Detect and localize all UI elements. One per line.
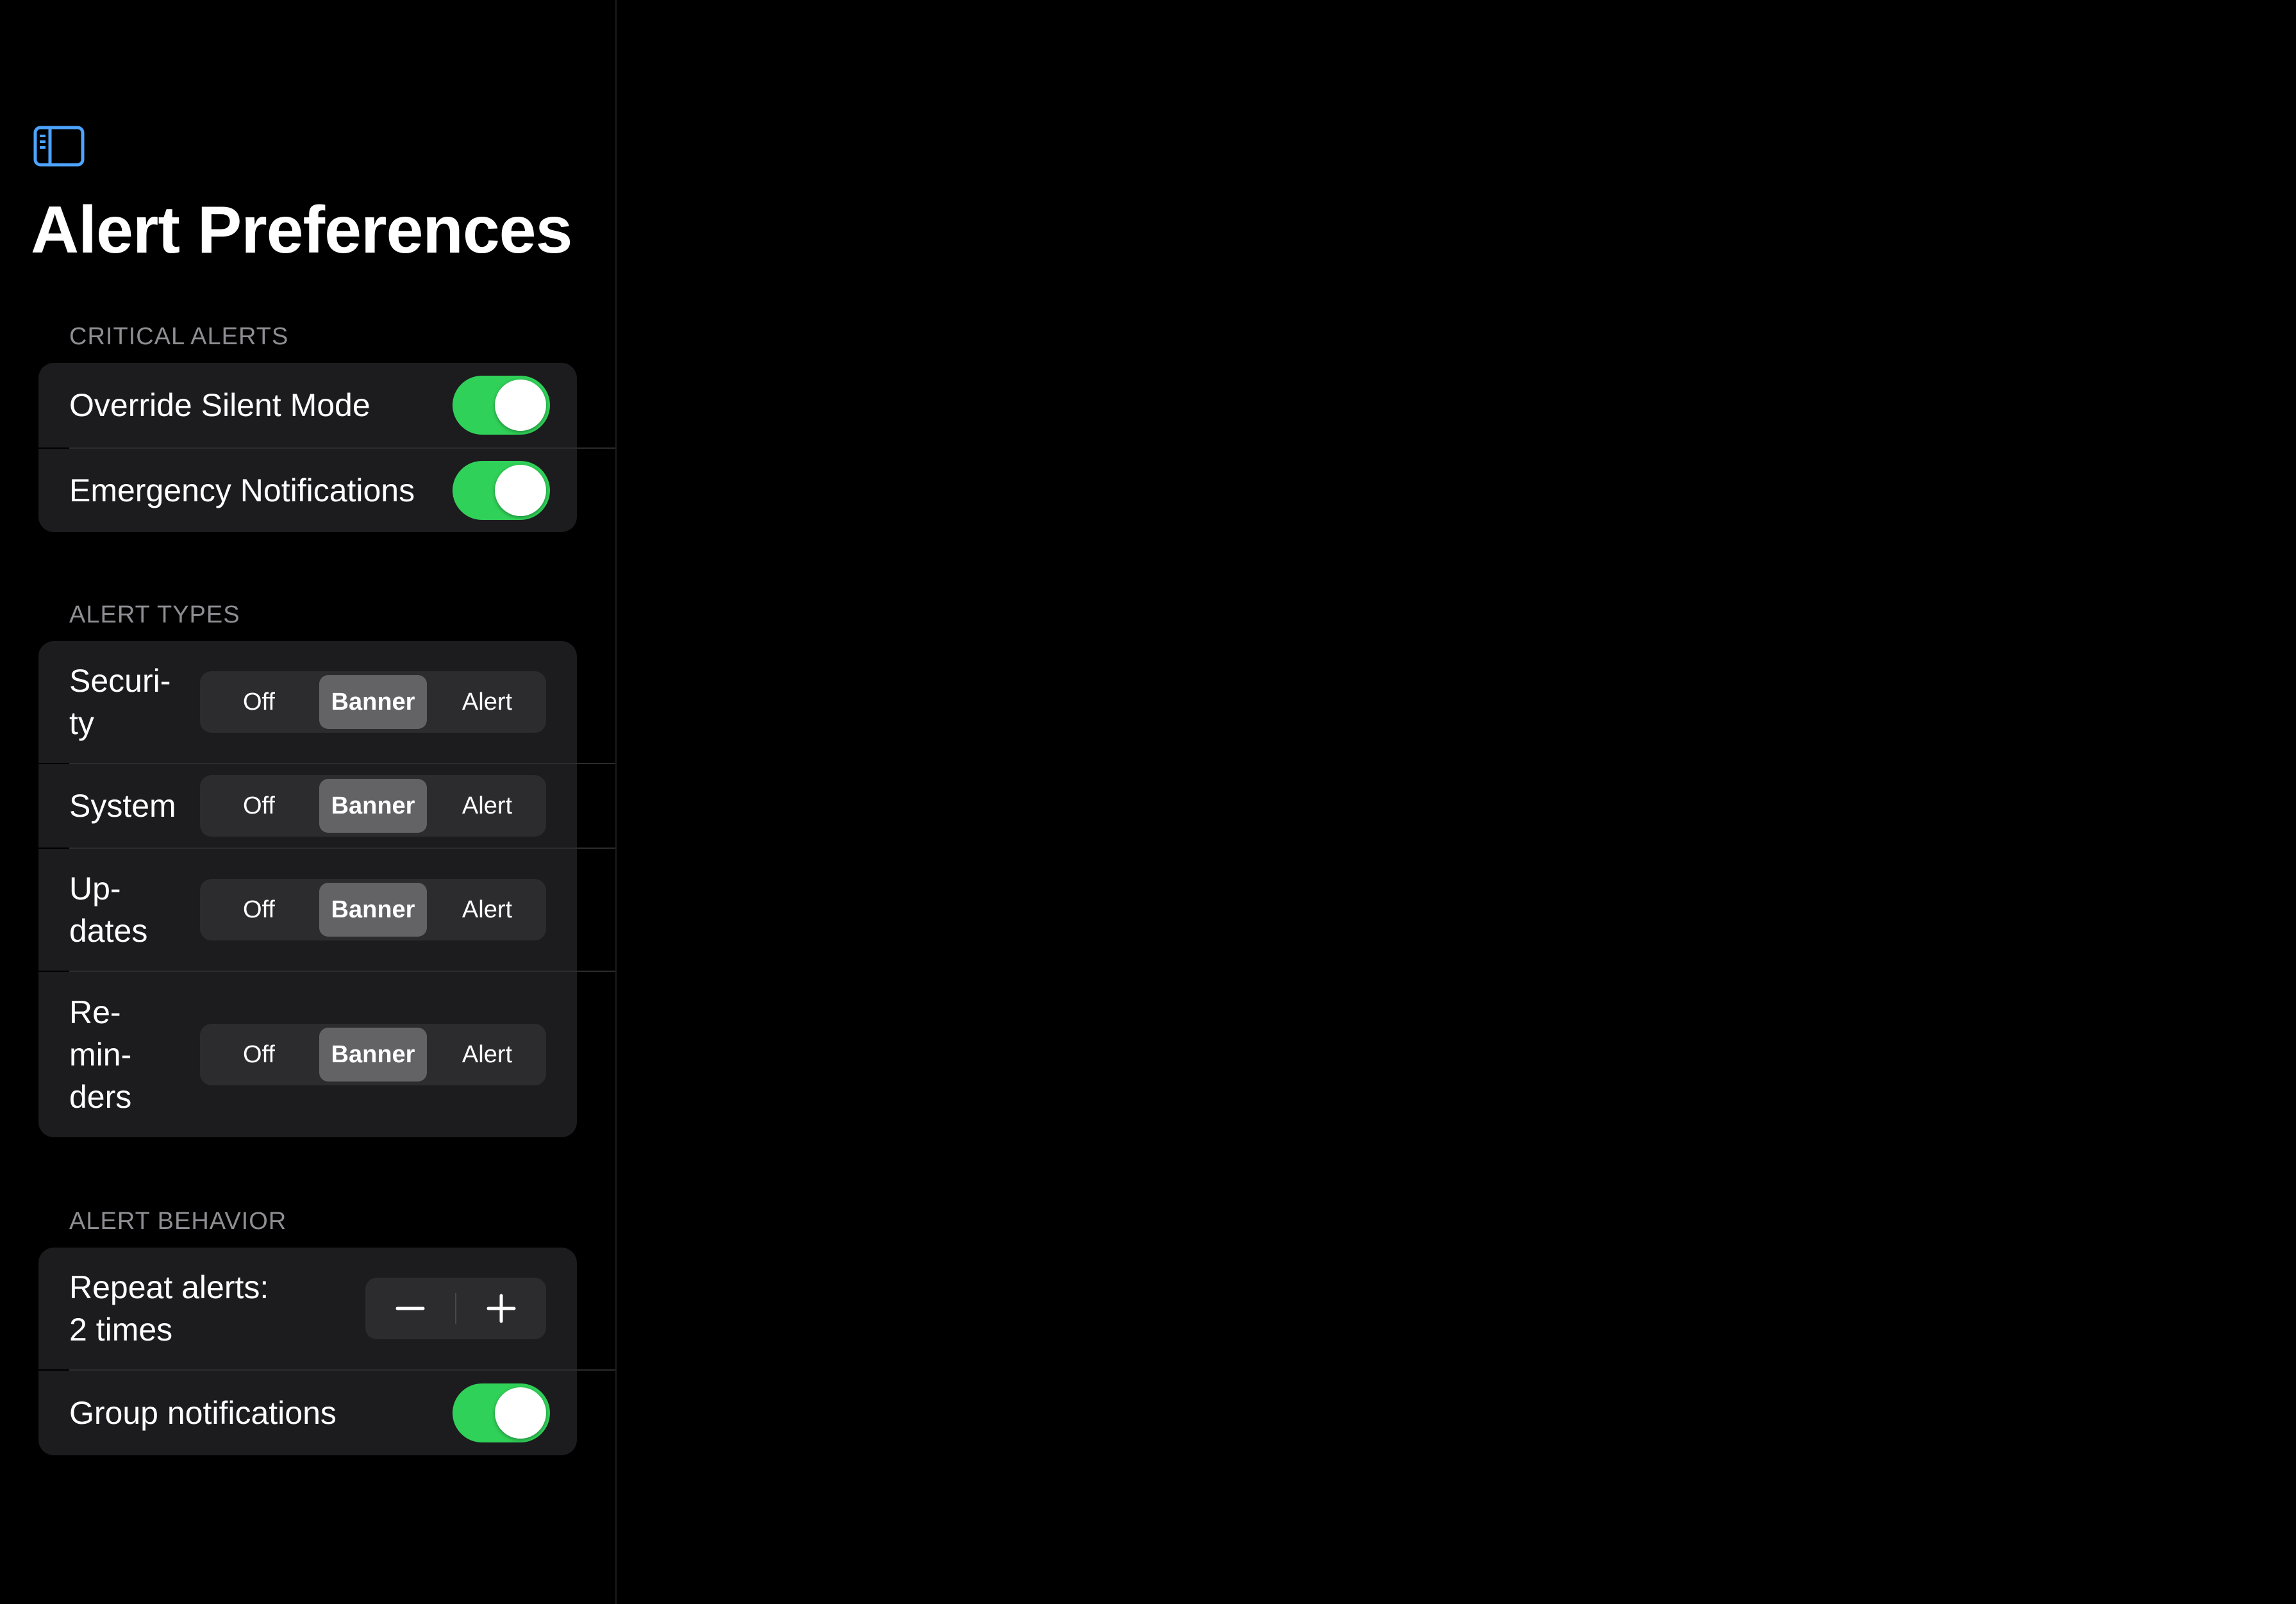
toggle-knob [495, 380, 546, 431]
segment-off[interactable]: Off [205, 1028, 313, 1082]
section-header-alert-behavior: ALERT BEHAVIOR [69, 1208, 287, 1235]
segment-banner[interactable]: Banner [319, 883, 427, 937]
emergency-notifications-toggle[interactable] [453, 461, 550, 520]
page-title: Alert Preferences [31, 193, 572, 267]
reminders-segmented-control: Off Banner Alert [200, 1024, 546, 1085]
segment-banner[interactable]: Banner [319, 779, 427, 833]
row-system: System Off Banner Alert [38, 764, 577, 848]
security-segmented-control: Off Banner Alert [200, 671, 546, 733]
segment-banner[interactable]: Banner [319, 1028, 427, 1082]
row-label: Re- min- ders [69, 994, 132, 1115]
repeat-alerts-label: Repeat alerts: 2 times [69, 1269, 269, 1348]
sidebar: Alert Preferences CRITICAL ALERTS Overri… [0, 0, 615, 1604]
plus-icon [487, 1294, 516, 1323]
segment-alert[interactable]: Alert [433, 779, 541, 833]
row-updates: Up- dates Off Banner Alert [38, 849, 577, 971]
app-window: Alert Preferences CRITICAL ALERTS Overri… [0, 0, 2296, 1604]
row-group-notifications: Group notifications [38, 1371, 577, 1455]
row-label: Group notifications [69, 1395, 337, 1431]
group-notifications-toggle[interactable] [453, 1383, 550, 1442]
toggle-knob [495, 465, 546, 516]
row-label: System [69, 788, 176, 824]
segment-alert[interactable]: Alert [433, 883, 541, 937]
section-header-critical-alerts: CRITICAL ALERTS [69, 323, 289, 350]
row-override-silent-mode: Override Silent Mode [38, 363, 577, 447]
row-label: Override Silent Mode [69, 387, 370, 423]
minus-icon [395, 1307, 425, 1310]
row-reminders: Re- min- ders Off Banner Alert [38, 972, 577, 1137]
segment-alert[interactable]: Alert [433, 1028, 541, 1082]
toggle-knob [495, 1387, 546, 1439]
segment-off[interactable]: Off [205, 779, 313, 833]
segment-banner[interactable]: Banner [319, 675, 427, 729]
segment-off[interactable]: Off [205, 675, 313, 729]
row-label: Up- dates [69, 871, 148, 949]
sidebar-toggle-button[interactable] [33, 126, 85, 167]
repeat-alerts-stepper [365, 1278, 546, 1339]
segment-off[interactable]: Off [205, 883, 313, 937]
row-label: Securi- ty [69, 663, 171, 741]
row-emergency-notifications: Emergency Notifications [38, 449, 577, 532]
updates-segmented-control: Off Banner Alert [200, 879, 546, 940]
segment-alert[interactable]: Alert [433, 675, 541, 729]
row-label: Emergency Notifications [69, 472, 415, 508]
system-segmented-control: Off Banner Alert [200, 775, 546, 837]
section-header-alert-types: ALERT TYPES [69, 601, 240, 628]
detail-pane [617, 0, 2296, 1604]
increment-button[interactable] [456, 1278, 546, 1339]
decrement-button[interactable] [365, 1278, 455, 1339]
override-silent-mode-toggle[interactable] [453, 376, 550, 435]
row-security: Securi- ty Off Banner Alert [38, 641, 577, 763]
row-repeat-alerts: Repeat alerts: 2 times [38, 1248, 577, 1369]
sidebar-left-icon [33, 126, 85, 167]
